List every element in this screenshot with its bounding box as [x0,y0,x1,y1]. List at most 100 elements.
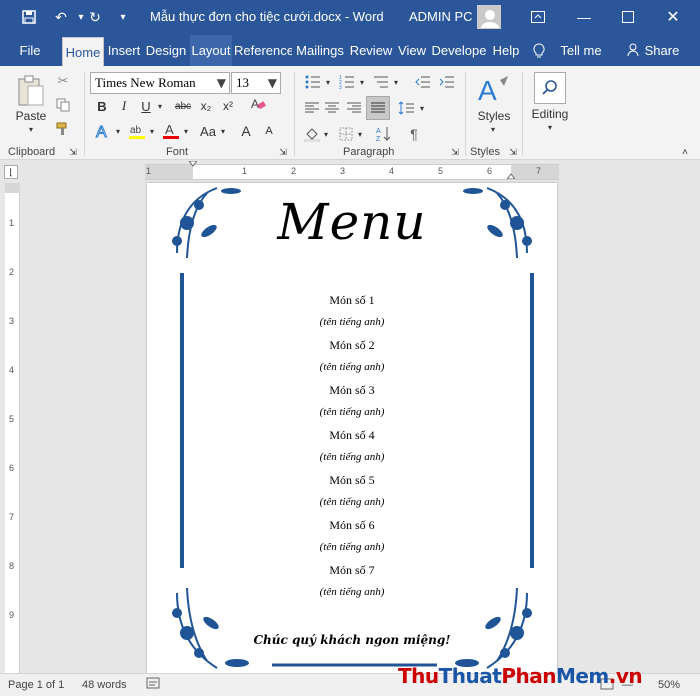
tab-layout[interactable]: Layout [190,35,232,66]
word-count[interactable]: 48 words [82,679,127,691]
underline-dropdown-icon[interactable]: ▾ [155,97,165,115]
tab-review[interactable]: Review [348,35,394,66]
change-case-button[interactable]: Aa [197,122,219,140]
closing-message[interactable]: Chúc quý khách ngon miệng! [147,633,557,647]
tell-me-search[interactable]: Tell me [557,35,605,66]
styles-button[interactable]: Styles [470,108,518,124]
maximize-icon[interactable] [617,7,639,27]
ribbon-display-options-icon[interactable] [527,7,549,27]
borders-dropdown-icon[interactable]: ▾ [356,128,364,140]
sort-icon[interactable]: AZ [374,124,394,144]
close-icon[interactable]: ✕ [662,7,684,27]
italic-button[interactable]: I [116,97,132,115]
share-person-icon[interactable] [626,35,642,66]
page-count[interactable]: Page 1 of 1 [8,679,64,691]
line-spacing-icon[interactable] [396,98,416,118]
borders-icon[interactable] [336,124,356,144]
search-icon[interactable] [534,72,566,104]
editing-button[interactable]: Editing [526,106,574,122]
bold-button[interactable]: B [94,97,110,115]
bullets-icon[interactable] [302,72,324,92]
clipboard-launcher-icon[interactable]: ⇲ [68,146,78,158]
grow-font-button[interactable]: A [237,122,255,140]
show-formatting-icon[interactable]: ¶ [404,124,424,144]
shading-dropdown-icon[interactable]: ▾ [322,128,330,140]
align-center-icon[interactable] [322,98,342,118]
font-launcher-icon[interactable]: ⇲ [278,146,288,158]
chevron-down-icon[interactable]: ▼ [268,73,277,93]
tab-home[interactable]: Home [62,37,104,66]
editing-dropdown-icon[interactable]: ▾ [545,122,555,132]
tab-references[interactable]: Reference [234,35,292,66]
redo-icon[interactable]: ↻ [84,7,106,27]
styles-dropdown-icon[interactable]: ▾ [488,124,498,134]
collapse-ribbon-icon[interactable]: ˄ [678,146,692,158]
dish-name[interactable]: Món số 1 [147,293,557,308]
document-workspace[interactable]: ⌊ 1 1 2 3 4 5 6 7 1 2 3 4 5 6 7 8 9 Menu… [0,161,700,673]
numbering-dropdown-icon[interactable]: ▾ [358,76,366,88]
dish-name[interactable]: Món số 7 [147,563,557,578]
dish-english-name[interactable]: (tên tiếng anh) [147,586,557,598]
align-right-icon[interactable] [344,98,364,118]
format-painter-icon[interactable] [54,120,72,138]
text-effects-icon[interactable]: A [92,120,114,142]
tab-mailings[interactable]: Mailings [294,35,346,66]
font-color-icon[interactable]: A [160,120,182,142]
line-spacing-dropdown-icon[interactable]: ▾ [418,102,426,114]
chevron-down-icon[interactable]: ▼ [217,73,226,93]
font-color-dropdown-icon[interactable]: ▾ [182,124,190,138]
proofing-icon[interactable] [146,677,160,694]
multilevel-dropdown-icon[interactable]: ▾ [392,76,400,88]
paragraph-launcher-icon[interactable]: ⇲ [450,146,460,158]
horizontal-ruler[interactable]: 1 1 2 3 4 5 6 7 [145,161,559,180]
underline-button[interactable]: U [138,97,154,115]
numbering-icon[interactable]: 123 [336,72,358,92]
justify-icon[interactable] [366,96,390,120]
tab-view[interactable]: View [396,35,428,66]
document-page[interactable]: Menu Món số 1 (tên tiếng anh) Món số 2 (… [147,183,557,673]
shrink-font-button[interactable]: A [261,122,277,140]
highlight-icon[interactable]: ab [126,120,148,142]
font-name-combo[interactable]: Times New Roman ▼ [90,72,230,94]
paste-button[interactable]: Paste [10,108,52,124]
tab-design[interactable]: Design [144,35,188,66]
tab-developer[interactable]: Develope [430,35,488,66]
multilevel-list-icon[interactable] [370,72,392,92]
change-case-dropdown-icon[interactable]: ▾ [219,124,227,138]
zoom-level[interactable]: 50% [658,679,680,691]
dish-english-name[interactable]: (tên tiếng anh) [147,451,557,463]
highlight-dropdown-icon[interactable]: ▾ [148,124,156,138]
dish-name[interactable]: Món số 4 [147,428,557,443]
bullets-dropdown-icon[interactable]: ▾ [324,76,332,88]
lightbulb-icon[interactable] [530,35,548,66]
paste-dropdown-icon[interactable]: ▾ [26,124,36,134]
vertical-ruler[interactable]: 1 2 3 4 5 6 7 8 9 [5,183,20,673]
customize-qat-icon[interactable]: ▾ [112,7,134,27]
dish-english-name[interactable]: (tên tiếng anh) [147,541,557,553]
copy-icon[interactable] [54,96,72,114]
shading-icon[interactable] [302,124,322,144]
tab-selector-icon[interactable]: ⌊ [4,165,18,179]
text-effects-dropdown-icon[interactable]: ▾ [114,124,122,138]
undo-icon[interactable]: ↶ [50,7,72,27]
save-icon[interactable] [18,7,40,27]
subscript-button[interactable]: x₂ [197,97,215,115]
strikethrough-button[interactable]: abc [172,97,194,115]
right-indent-marker[interactable] [505,171,517,180]
cut-icon[interactable]: ✂ [54,72,72,90]
share-button[interactable]: Share [643,35,681,66]
align-left-icon[interactable] [302,98,322,118]
superscript-button[interactable]: x² [219,97,237,115]
user-avatar[interactable] [477,5,501,29]
decrease-indent-icon[interactable] [412,72,434,92]
dish-english-name[interactable]: (tên tiếng anh) [147,316,557,328]
dish-name[interactable]: Món số 6 [147,518,557,533]
styles-launcher-icon[interactable]: ⇲ [508,146,518,158]
first-line-indent-marker[interactable] [188,161,198,169]
styles-gallery-icon[interactable]: A [474,72,512,110]
tab-file[interactable]: File [12,35,48,66]
dish-name[interactable]: Món số 5 [147,473,557,488]
dish-english-name[interactable]: (tên tiếng anh) [147,496,557,508]
dish-name[interactable]: Món số 2 [147,338,557,353]
dish-name[interactable]: Món số 3 [147,383,557,398]
